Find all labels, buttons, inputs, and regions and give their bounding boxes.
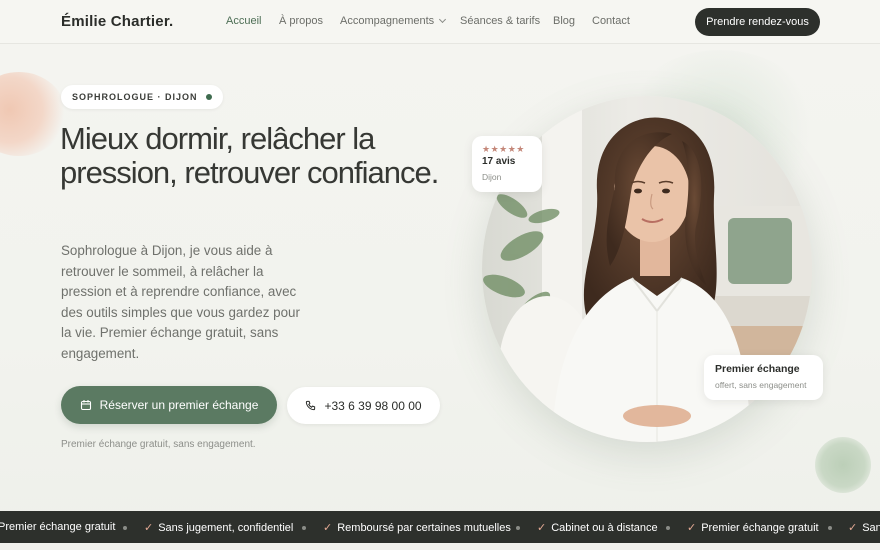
nav-item-seances-tarifs[interactable]: Séances & tarifs (460, 15, 540, 27)
nav-item-accueil[interactable]: Accueil (226, 15, 261, 27)
ticker-separator (302, 526, 306, 530)
ticker-item-label: Cabinet ou à distance (551, 521, 658, 534)
ticker-item: ✓ Remboursé par certaines mutuelles (323, 521, 511, 535)
phone-icon (306, 400, 316, 411)
decorative-blob-green (815, 437, 871, 493)
status-dot-icon (205, 94, 212, 100)
ticker-item-label: Sans jugement, confidentiel (862, 521, 880, 534)
nav-item-contact[interactable]: Contact (592, 15, 630, 27)
nav-item-a-propos[interactable]: À propos (279, 15, 323, 27)
location-tag: SOPHROLOGUE · DIJON (61, 85, 223, 109)
phone-number: +33 6 39 98 00 00 (324, 398, 422, 413)
ticker-separator (123, 526, 127, 530)
offer-card: Premier échange offert, sans engagement (704, 355, 823, 400)
reserve-button-label: Réserver un premier échange (99, 398, 259, 412)
ticker-item: ✓ Sans jugement, confidentiel (848, 521, 880, 535)
hero-note: Premier échange gratuit, sans engagement… (61, 439, 256, 450)
check-icon: ✓ (687, 522, 697, 534)
ticker-item: ✓ Cabinet ou à distance (537, 521, 658, 535)
ticker-item-label: Sans jugement, confidentiel (158, 521, 294, 534)
reviews-city: Dijon (482, 172, 502, 182)
ticker-item-label: Premier échange gratuit (701, 521, 819, 534)
check-icon: ✓ (144, 522, 154, 534)
calendar-icon (80, 400, 91, 411)
ticker-item: Premier échange gratuit (0, 521, 115, 533)
ticker-separator (666, 526, 670, 530)
check-icon: ✓ (537, 522, 547, 534)
phone-button[interactable]: +33 6 39 98 00 00 (287, 387, 440, 424)
brand-logo[interactable]: Émilie Chartier. (61, 13, 173, 30)
ticker-item-label: Premier échange gratuit (0, 521, 116, 533)
reviews-card: ★★★★★ 17 avis Dijon (472, 136, 542, 192)
ticker-item: ✓ Sans jugement, confidentiel (144, 521, 294, 535)
hero-lead: Sophrologue à Dijon, je vous aide à retr… (61, 243, 300, 361)
chevron-down-icon (439, 15, 447, 24)
check-icon: ✓ (848, 522, 858, 534)
site-header: Émilie Chartier. Accueil À propos Accomp… (0, 0, 880, 44)
ticker-item: ✓ Premier échange gratuit (687, 521, 819, 535)
ticker-item-label: Remboursé par certaines mutuelles (337, 521, 511, 534)
reserve-first-exchange-button[interactable]: Réserver un premier échange (61, 386, 277, 424)
bottom-strip (0, 543, 880, 550)
location-tag-label: SOPHROLOGUE · DIJON (72, 92, 198, 102)
book-appointment-button[interactable]: Prendre rendez-vous (695, 8, 820, 36)
nav-item-accompagnements[interactable]: Accompagnements (340, 15, 447, 27)
page: Émilie Chartier. Accueil À propos Accomp… (0, 0, 880, 550)
hero-headline: Mieux dormir, relâcher la pression, retr… (60, 121, 439, 190)
offer-subtitle: offert, sans engagement (715, 380, 807, 390)
nav-item-label: Accompagnements (340, 15, 435, 27)
ticker-separator (516, 526, 520, 530)
ticker-separator (828, 526, 832, 530)
check-icon: ✓ (323, 522, 333, 534)
reviews-count: 17 avis (482, 156, 516, 167)
star-rating-icon: ★★★★★ (482, 144, 525, 154)
nav-item-blog[interactable]: Blog (553, 15, 575, 27)
benefits-ticker: Premier échange gratuit ✓ Sans jugement,… (0, 511, 880, 543)
decorative-blob-peach (0, 72, 66, 156)
offer-title: Premier échange (715, 363, 800, 375)
